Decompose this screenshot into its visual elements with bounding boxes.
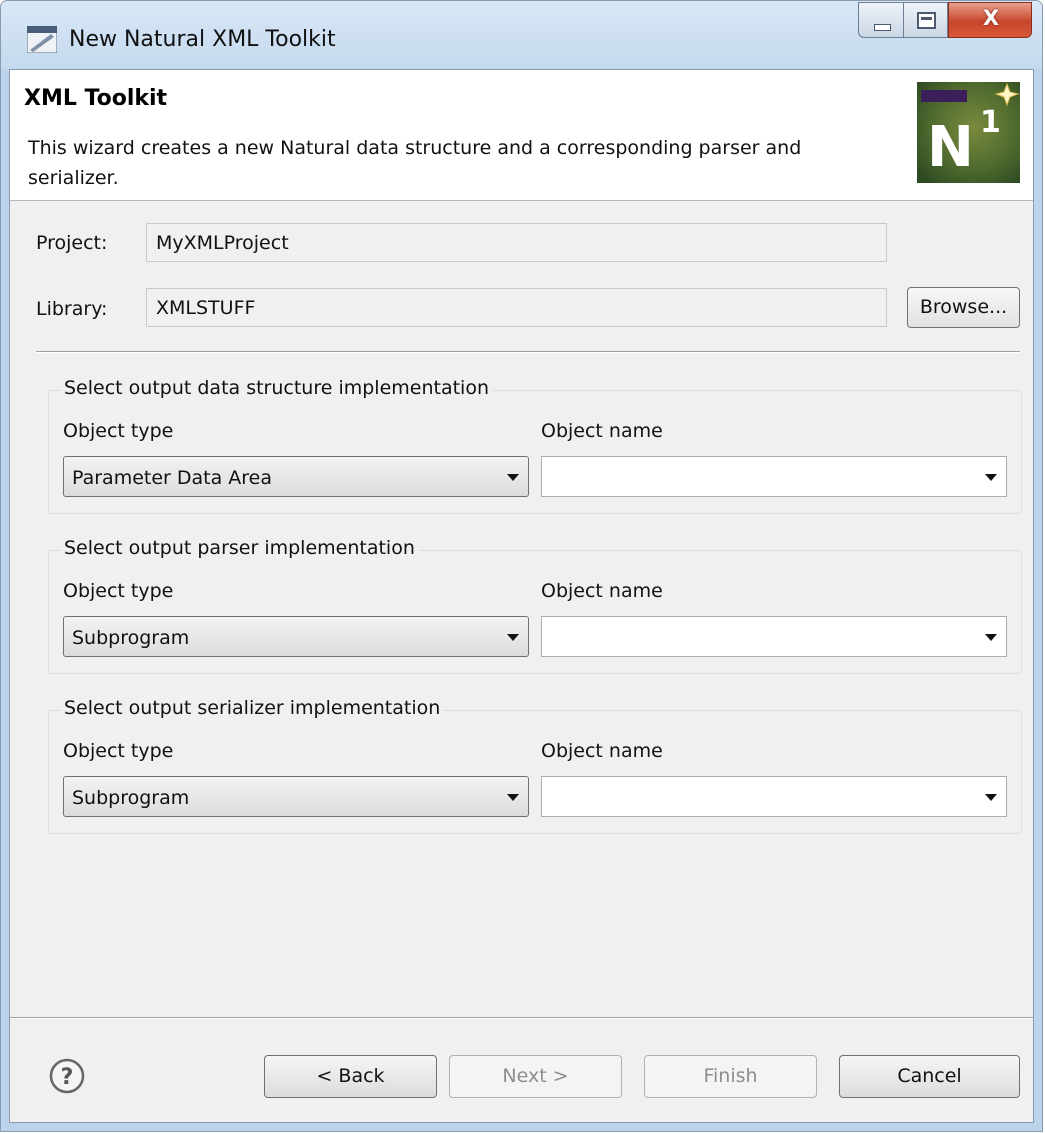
dropdown-arrow-icon[interactable] [985,634,997,641]
data-structure-group: Select output data structure implementat… [48,377,1022,514]
wizard-client-area: XML Toolkit This wizard creates a new Na… [9,69,1034,1123]
next-button[interactable]: Next > [449,1055,622,1098]
minimize-icon [874,24,891,31]
wizard-banner: XML Toolkit This wizard creates a new Na… [10,70,1033,201]
back-button[interactable]: < Back [264,1055,437,1098]
svg-text:1: 1 [980,105,1001,140]
group-title: Select output data structure implementat… [61,377,493,399]
wizard-window: New Natural XML Toolkit X XML Toolkit Th… [0,0,1043,1132]
object-type-value: Parameter Data Area [72,467,273,489]
object-name-combo[interactable] [541,616,1007,657]
object-name-label: Object name [541,740,663,762]
object-type-select[interactable]: Subprogram [63,776,529,817]
object-name-combo[interactable] [541,456,1007,497]
cancel-button[interactable]: Cancel [839,1055,1020,1098]
object-name-combo[interactable] [541,776,1007,817]
window-controls: X [858,2,1032,38]
close-icon: X [982,6,1000,30]
maximize-button[interactable] [903,2,948,38]
serializer-group: Select output serializer implementation … [48,697,1022,834]
group-title: Select output parser implementation [61,537,418,559]
svg-text:?: ? [61,1065,74,1090]
object-type-select[interactable]: Parameter Data Area [63,456,529,497]
close-button[interactable]: X [948,2,1032,38]
page-description: This wizard creates a new Natural data s… [28,137,802,189]
library-label: Library: [36,298,108,320]
project-label: Project: [36,232,108,254]
object-type-value: Subprogram [72,627,190,649]
parser-group: Select output parser implementation Obje… [48,537,1022,674]
question-mark-icon[interactable]: ? [48,1057,86,1095]
object-type-select[interactable]: Subprogram [63,616,529,657]
minimize-button[interactable] [858,2,903,38]
object-type-label: Object type [63,740,174,762]
project-field[interactable]: MyXMLProject [146,223,887,262]
eclipse-app-icon [27,26,57,53]
separator [36,351,1020,353]
object-name-label: Object name [541,420,663,442]
svg-text:N: N [927,115,974,180]
object-type-label: Object type [63,420,174,442]
library-field[interactable]: XMLSTUFF [146,288,887,327]
page-title: XML Toolkit [24,86,168,111]
browse-button[interactable]: Browse... [907,287,1020,328]
finish-button[interactable]: Finish [644,1055,817,1098]
dropdown-arrow-icon [507,794,519,801]
dropdown-arrow-icon [507,634,519,641]
footer-separator [10,1017,1033,1019]
window-title: New Natural XML Toolkit [69,27,336,52]
maximize-icon [917,12,936,29]
group-title: Select output serializer implementation [61,697,444,719]
object-type-label: Object type [63,580,174,602]
object-name-label: Object name [541,580,663,602]
dropdown-arrow-icon [507,474,519,481]
dropdown-arrow-icon[interactable] [985,794,997,801]
title-bar[interactable]: New Natural XML Toolkit X [1,1,1042,69]
natural-n1-logo-icon: N 1 [917,82,1020,183]
dropdown-arrow-icon[interactable] [985,474,997,481]
object-type-value: Subprogram [72,787,190,809]
